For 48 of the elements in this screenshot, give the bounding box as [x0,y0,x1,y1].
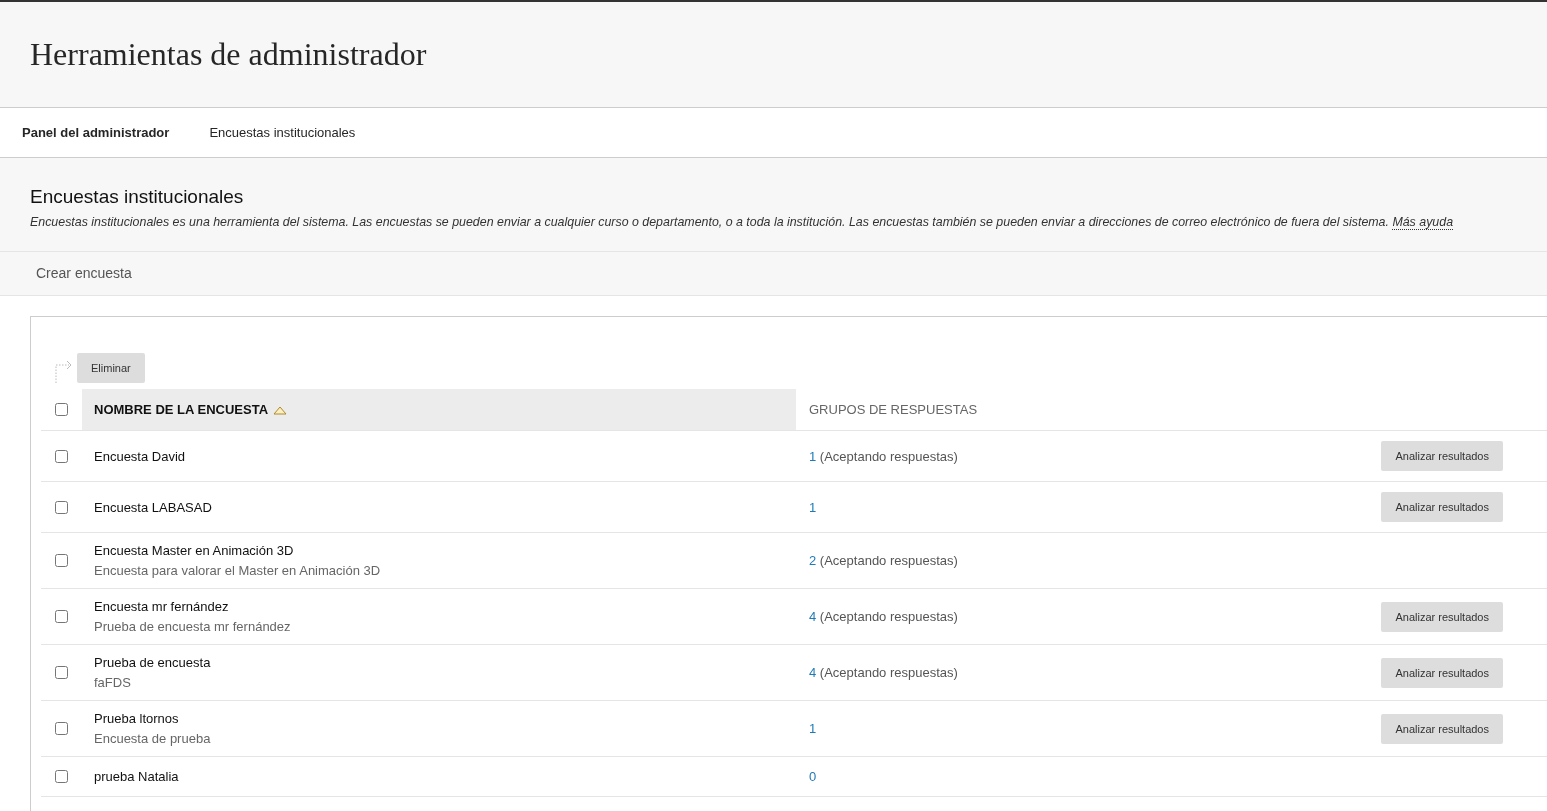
response-group-link[interactable]: 0 [809,769,817,785]
checkbox[interactable] [55,403,68,417]
survey-description: Prueba de encuesta mr fernández [94,617,292,636]
analyze-results-button[interactable]: Analizar resultados [1381,601,1503,632]
survey-name: Prueba de encuesta [94,654,212,673]
analyze-results-button[interactable]: Analizar resultados [1381,492,1503,523]
survey-name: Encuesta LABASAD [94,498,213,517]
checkbox[interactable] [55,610,68,624]
survey-name: Encuesta mr fernández [94,598,230,617]
delete-button[interactable]: Eliminar [77,353,145,384]
section-description: Encuestas institucionales es una herramienta del sistema. Las encuestas se pueden enviar a cualquier curso o departamento, o a toda la institución. Las encuestas también se pueden enviar a direcciones de correo electrónico de fuera del sistema. Más ayuda [30,213,1455,232]
status-text: (Aceptando respuestas) [819,609,958,625]
analyze-results-button[interactable]: Analizar resultados [1381,441,1503,472]
response-group-link[interactable]: 4 [809,665,817,681]
column-header: GRUPOS DE RESPUESTAS [809,401,978,420]
sort-ascending-icon[interactable] [273,404,288,415]
page-title: Herramientas de administrador [30,35,428,74]
analyze-results-button[interactable]: Analizar resultados [1381,657,1503,688]
column-header: NOMBRE DE LA ENCUESTA [94,401,269,420]
help-link[interactable]: Más ayuda [1392,214,1454,230]
column-header-cell[interactable]: NOMBRE DE LA ENCUESTA [82,389,796,431]
checkbox[interactable] [55,722,68,736]
response-group-link[interactable]: 1 [809,499,817,515]
survey-name: prueba Natalia [94,768,180,787]
status-text: (Aceptando respuestas) [819,553,958,569]
survey-name: Encuesta Master en Animación 3D [94,542,295,561]
survey-description: Encuesta de prueba [94,729,212,748]
checkbox[interactable] [55,666,68,680]
checkbox[interactable] [55,449,68,463]
status-text: (Aceptando respuestas) [819,665,958,681]
breadcrumb-link[interactable]: Panel del administrador [22,122,170,143]
column-header-cell[interactable]: GRUPOS DE RESPUESTAS [796,389,1365,431]
create-survey-link[interactable]: Crear encuesta [36,263,132,285]
response-group-link[interactable]: 4 [809,609,817,625]
response-group-link[interactable]: 1 [809,448,817,464]
survey-name: Prueba ltornos [94,710,180,729]
checkbox[interactable] [55,500,68,514]
analyze-results-button[interactable]: Analizar resultados [1381,713,1503,744]
response-group-link[interactable]: 1 [809,721,817,737]
checkbox[interactable] [55,770,68,784]
survey-description: Encuesta para valorar el Master en Animación 3D [94,561,382,580]
checkbox[interactable] [55,554,68,568]
survey-name: Encuesta David [94,447,187,466]
response-group-link[interactable]: 2 [809,553,817,569]
status-text: (Aceptando respuestas) [819,448,958,464]
breadcrumb-link[interactable]: Encuestas institucionales [209,122,356,143]
survey-description: faFDS [94,673,132,692]
section-title: Encuestas institucionales [30,186,245,209]
